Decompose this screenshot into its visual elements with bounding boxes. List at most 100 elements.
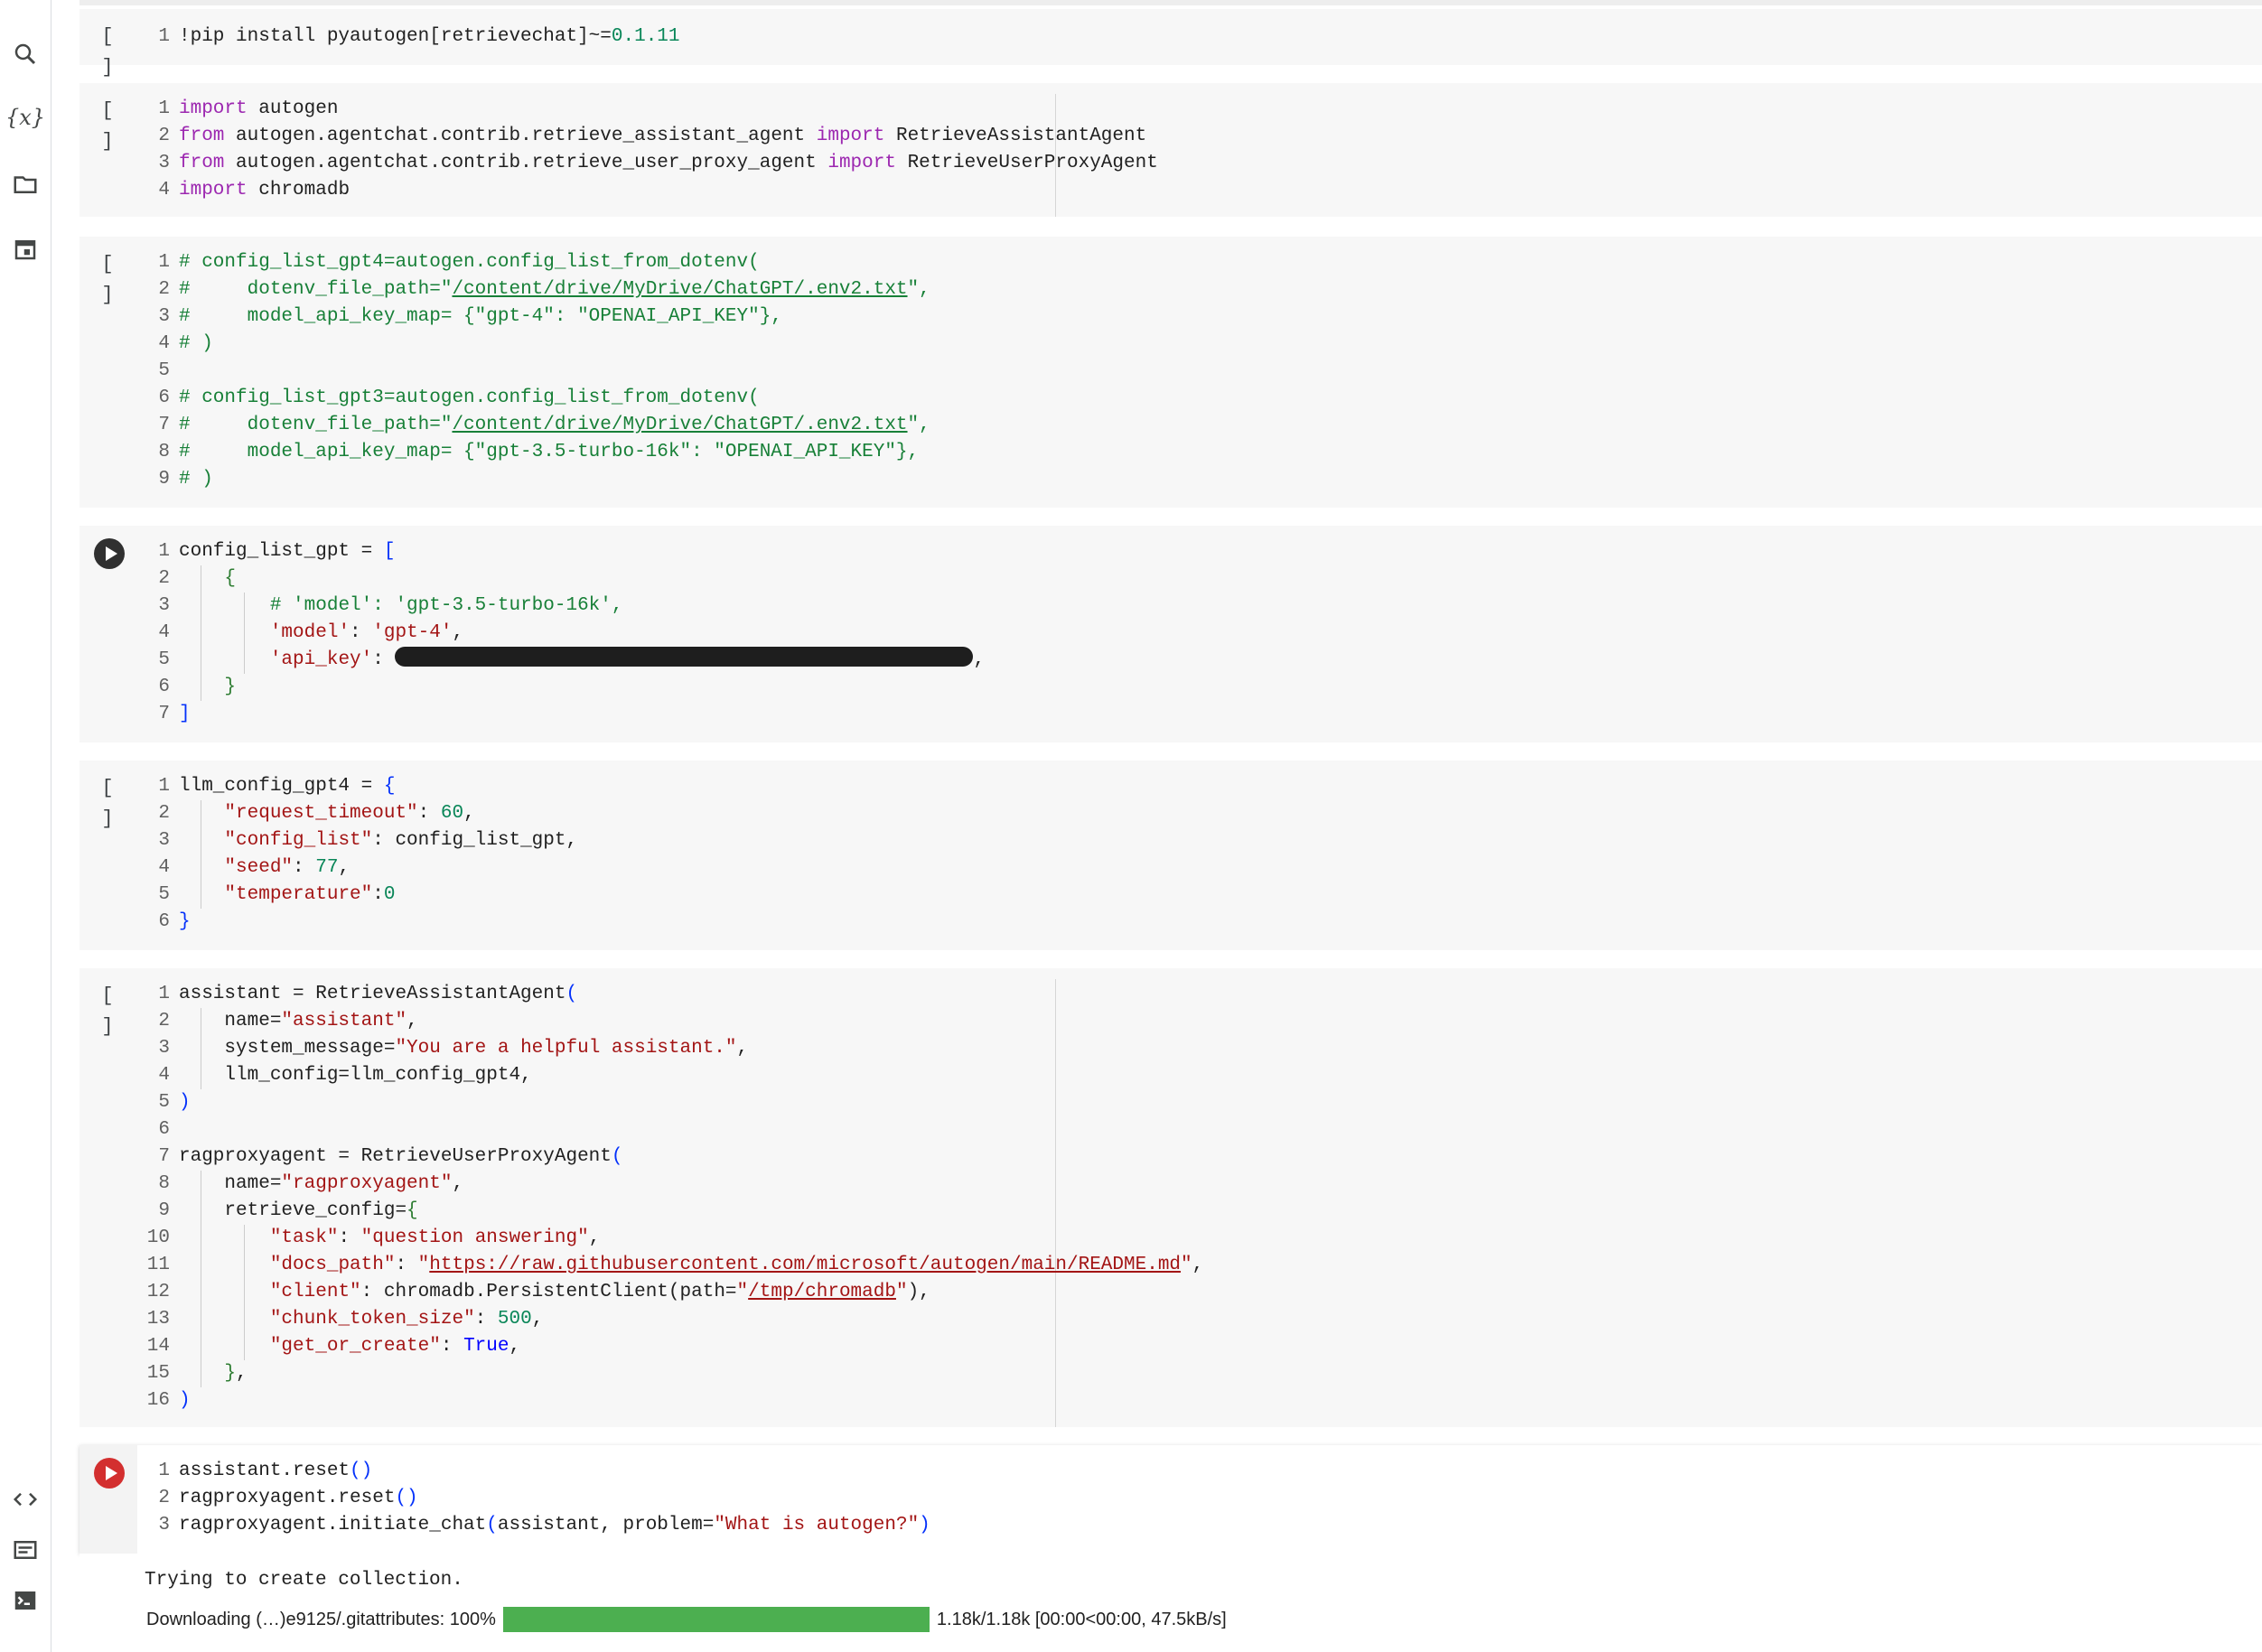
line-number: 16 xyxy=(146,1390,170,1411)
code-line[interactable]: 4 "seed": 77, xyxy=(137,854,577,882)
code-line[interactable]: 6 # config_list_gpt3=autogen.config_list_… xyxy=(137,385,930,412)
redacted-api-key xyxy=(395,647,974,667)
code-line[interactable]: 3 from autogen.agentchat.contrib.retrieve… xyxy=(137,150,1157,177)
line-number: 4 xyxy=(158,180,170,201)
code-line[interactable]: 10 "task": "question answering", xyxy=(137,1225,1203,1252)
calendar-icon[interactable] xyxy=(0,228,51,271)
code-line[interactable]: 2 "request_timeout": 60, xyxy=(137,800,577,827)
line-number: 8 xyxy=(158,442,170,462)
code-line[interactable]: 2 name="assistant", xyxy=(137,1008,1203,1035)
line-number: 14 xyxy=(146,1336,170,1357)
code-snippets-icon[interactable] xyxy=(0,1478,51,1521)
cell-gutter: [ ] xyxy=(79,968,137,1427)
code-line[interactable]: 2 from autogen.agentchat.contrib.retrieve… xyxy=(137,123,1158,150)
code-line[interactable]: 2 { xyxy=(137,565,985,593)
code-line[interactable]: 2 ragproxyagent.reset() xyxy=(137,1485,930,1512)
line-number: 6 xyxy=(158,387,170,408)
code-line[interactable]: 14 "get_or_create": True, xyxy=(137,1333,1203,1360)
code-line[interactable]: 9 retrieve_config={ xyxy=(137,1198,1203,1225)
line-number: 4 xyxy=(158,333,170,354)
code-line[interactable]: 3 "config_list": config_list_gpt, xyxy=(137,827,577,854)
code-cell-6[interactable]: [ ] 1 assistant = RetrieveAssistantAgent(… xyxy=(79,968,2262,1427)
command-palette-icon[interactable] xyxy=(0,1528,51,1572)
line-number: 4 xyxy=(158,857,170,878)
cell-gutter xyxy=(79,1445,137,1554)
code-line[interactable]: 6 } xyxy=(137,674,985,701)
code-line[interactable]: 2 # dotenv_file_path="/content/drive/MyDr… xyxy=(137,276,930,303)
code-line[interactable]: 1 # config_list_gpt4=autogen.config_list_… xyxy=(137,249,930,276)
line-number: 1 xyxy=(158,541,170,562)
cell-gutter: [ ] xyxy=(79,237,137,508)
cell-gutter xyxy=(79,526,137,742)
code-line[interactable]: 3 ragproxyagent.initiate_chat(assistant, … xyxy=(137,1512,930,1539)
code-cell-1[interactable]: [ ] 1 !pip install pyautogen[retrievecha… xyxy=(79,9,2262,79)
stop-cell-button[interactable] xyxy=(94,1458,125,1489)
line-number: 5 xyxy=(158,649,170,670)
code-cell-7-running[interactable]: 1 assistant.reset() 2 ragproxyagent.reset(… xyxy=(79,1445,2262,1554)
run-cell-button[interactable]: [ ] xyxy=(94,22,125,79)
code-line[interactable]: 15 }, xyxy=(137,1360,1203,1387)
code-line[interactable]: 5 'api_key': , xyxy=(137,647,985,674)
run-cell-button[interactable]: [ ] xyxy=(94,249,125,306)
cell-gutter: [ ] xyxy=(79,83,137,217)
line-number: 2 xyxy=(158,803,170,824)
line-number: 2 xyxy=(158,126,170,146)
line-number: 7 xyxy=(158,704,170,724)
line-number: 7 xyxy=(158,415,170,435)
code-line[interactable]: 5) xyxy=(137,1089,1203,1116)
code-line[interactable]: 1 llm_config_gpt4 = { xyxy=(137,773,577,800)
output-text: Trying to create collection. xyxy=(145,1570,463,1591)
line-number: 5 xyxy=(158,884,170,905)
progress-bar-fill xyxy=(502,1607,930,1632)
code-line[interactable]: 1 assistant = RetrieveAssistantAgent( xyxy=(137,981,1203,1008)
code-line[interactable]: 3 # 'model': 'gpt-3.5-turbo-16k', xyxy=(137,593,985,620)
code-line[interactable]: 7 # dotenv_file_path="/content/drive/MyDr… xyxy=(137,412,930,439)
terminal-icon[interactable] xyxy=(0,1579,51,1622)
code-line[interactable]: 5 "temperature":0 xyxy=(137,882,577,909)
code-line[interactable]: 4 'model': 'gpt-4', xyxy=(137,620,985,647)
code-line[interactable]: 4 # ) xyxy=(137,331,930,358)
code-line[interactable]: 6 xyxy=(137,1116,1203,1143)
code-line[interactable]: 12 "client": chromadb.PersistentClient(p… xyxy=(137,1279,1203,1306)
line-number: 4 xyxy=(158,1065,170,1086)
code-line[interactable]: 1 assistant.reset() xyxy=(137,1458,930,1485)
code-line[interactable]: 16) xyxy=(137,1387,1203,1414)
code-cell-4[interactable]: 1 config_list_gpt = [ 2 { 3 # 'model': 'g… xyxy=(79,526,2262,742)
code-line[interactable]: 6} xyxy=(137,909,577,936)
cell-gutter: [ ] xyxy=(79,761,137,950)
line-number: 2 xyxy=(158,279,170,300)
code-line[interactable]: 3 system_message="You are a helpful assi… xyxy=(137,1035,1203,1062)
code-line[interactable]: 7 ragproxyagent = RetrieveUserProxyAgent( xyxy=(137,1143,1203,1171)
run-cell-button[interactable]: [ ] xyxy=(94,96,125,153)
variables-glyph: {x} xyxy=(5,105,46,130)
line-number: 3 xyxy=(158,1038,170,1059)
code-line[interactable]: 8 # model_api_key_map= {"gpt-3.5-turbo-16… xyxy=(137,439,930,466)
code-line[interactable]: 13 "chunk_token_size": 500, xyxy=(137,1306,1203,1333)
line-number: 5 xyxy=(158,1092,170,1113)
search-icon[interactable] xyxy=(0,33,51,76)
cell-gutter: [ ] xyxy=(79,9,137,79)
folder-icon[interactable] xyxy=(0,163,51,206)
code-line[interactable]: 3 # model_api_key_map= {"gpt-4": "OPENAI_… xyxy=(137,303,930,331)
line-number: 4 xyxy=(158,622,170,643)
line-number: 3 xyxy=(158,306,170,327)
run-cell-button[interactable]: [ ] xyxy=(94,981,125,1038)
code-line[interactable]: 8 name="ragproxyagent", xyxy=(137,1171,1203,1198)
code-line[interactable]: 1 import autogen xyxy=(137,96,1158,123)
download-progress: Downloading (…)e9125/.gitattributes: 100… xyxy=(146,1604,1227,1635)
code-cell-3[interactable]: [ ] 1 # config_list_gpt4=autogen.config_l… xyxy=(79,237,2262,508)
code-line[interactable]: 4 llm_config=llm_config_gpt4, xyxy=(137,1062,1203,1089)
line-number: 3 xyxy=(158,830,170,851)
code-line[interactable]: 5 xyxy=(137,358,930,385)
run-cell-button[interactable] xyxy=(94,538,125,569)
code-cell-2[interactable]: [ ] 1 import autogen 2 from autogen.agentc… xyxy=(79,83,2262,217)
code-cell-5[interactable]: [ ] 1 llm_config_gpt4 = { 2 "request_time… xyxy=(79,761,2262,950)
variables-icon[interactable]: {x} xyxy=(0,96,51,139)
run-cell-button[interactable]: [ ] xyxy=(94,773,125,830)
code-line[interactable]: 7] xyxy=(137,701,985,728)
code-line[interactable]: 1 !pip install pyautogen[retrievechat]~=… xyxy=(137,23,679,51)
code-line[interactable]: 11 "docs_path": "https://raw.githubuserc… xyxy=(137,1252,1203,1279)
code-line[interactable]: 9 # ) xyxy=(137,466,930,493)
code-line[interactable]: 4 import chromadb xyxy=(137,177,1158,204)
code-line[interactable]: 1 config_list_gpt = [ xyxy=(137,538,985,565)
